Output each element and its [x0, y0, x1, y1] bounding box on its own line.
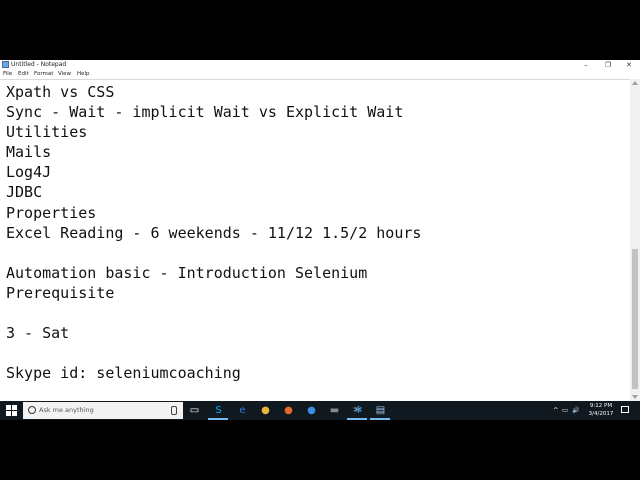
editor-line: Prerequisite [6, 283, 115, 302]
system-clock[interactable]: 9:12 PM 3/4/2017 [584, 402, 618, 418]
editor-line: Sync - Wait - implicit Wait vs Explicit … [6, 103, 404, 122]
vertical-scrollbar[interactable] [630, 79, 640, 401]
active-indicator [208, 418, 228, 420]
scroll-up-icon[interactable] [632, 81, 638, 85]
skype-icon[interactable]: S [212, 404, 225, 417]
clock-time: 9:12 PM [589, 403, 613, 409]
editor-line: 3 - Sat [6, 324, 70, 343]
menu-bar: File Edit Format View Help [0, 70, 640, 79]
window-title: Untitled - Notepad [11, 61, 67, 68]
editor-line [6, 303, 421, 323]
scroll-thumb[interactable] [632, 249, 638, 389]
editor-line: Mails [6, 143, 52, 162]
app-snowflake-icon[interactable]: ❄ [352, 404, 365, 417]
menu-view[interactable]: View [58, 70, 71, 79]
edge-icon[interactable]: e [236, 404, 249, 417]
start-button[interactable] [6, 405, 17, 416]
editor-line: JDBC [6, 183, 43, 202]
editor-line: Properties [6, 203, 97, 222]
close-button[interactable]: ✕ [618, 60, 640, 70]
tray-overflow-icon[interactable]: ^ [553, 401, 558, 420]
text-editor[interactable]: Xpath vs CSS Sync - Wait - implicit Wait… [0, 79, 630, 401]
editor-line: Excel Reading - 6 weekends - 11/12 1.5/2… [6, 223, 422, 242]
cortana-search-box[interactable]: Ask me anything [23, 402, 183, 419]
search-placeholder: Ask me anything [39, 406, 94, 414]
scroll-down-icon[interactable] [632, 395, 638, 399]
notepad-app-icon [2, 61, 9, 68]
firefox-icon[interactable]: ● [282, 404, 295, 417]
menu-format[interactable]: Format [34, 70, 53, 79]
chrome-icon[interactable]: ● [259, 404, 272, 417]
editor-line [6, 243, 421, 263]
menu-file[interactable]: File [3, 70, 12, 79]
microphone-icon[interactable] [171, 406, 177, 415]
windows-logo-icon [6, 405, 11, 410]
editor-text: Xpath vs CSS Sync - Wait - implicit Wait… [6, 82, 421, 383]
action-center-icon[interactable] [621, 406, 629, 413]
media-icon[interactable]: ▬ [328, 404, 341, 417]
editor-line: Log4J [6, 163, 52, 182]
title-bar[interactable]: Untitled - Notepad – ❐ ✕ [0, 60, 640, 70]
editor-line: Utilities [6, 123, 88, 142]
minimize-button[interactable]: – [575, 60, 597, 70]
active-indicator [370, 418, 390, 420]
active-indicator [347, 418, 367, 420]
notepad-icon[interactable]: ▤ [374, 404, 387, 417]
editor-line: Automation basic - Introduction Selenium [6, 263, 368, 282]
chrome-alt-icon[interactable]: ● [305, 404, 318, 417]
maximize-button[interactable]: ❐ [597, 60, 619, 70]
menu-edit[interactable]: Edit [18, 70, 29, 79]
network-icon[interactable]: ▭ [562, 401, 568, 420]
clock-date: 3/4/2017 [588, 411, 614, 417]
taskbar: Ask me anything ▭ S e ● ● ● ▬ ✂ ❄ ▤ ^ ▭ … [0, 401, 640, 420]
menu-help[interactable]: Help [77, 70, 90, 79]
editor-line: Xpath vs CSS [6, 83, 115, 101]
notepad-window: Untitled - Notepad – ❐ ✕ File Edit Forma… [0, 60, 640, 401]
editor-line: Skype id: seleniumcoaching [6, 364, 241, 383]
volume-icon[interactable]: 🔊 [572, 401, 579, 420]
cortana-icon [28, 406, 36, 414]
task-view-icon[interactable]: ▭ [188, 404, 201, 417]
editor-line [6, 343, 421, 363]
